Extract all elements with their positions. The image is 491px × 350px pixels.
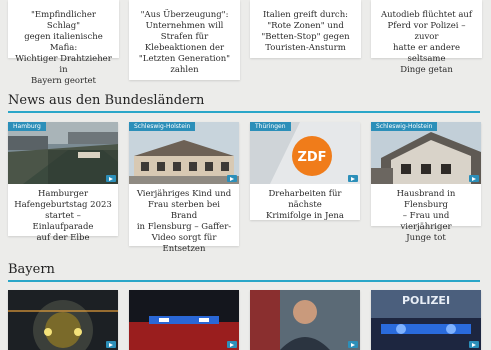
teaser-card[interactable]: "Empfindlicher Schlag" gegen italienisch… [8,0,119,86]
section-heading-bayern[interactable]: Bayern [8,262,55,277]
news-card[interactable]: Hamburg Hamburger Hafengeburtstag 2023 s… [8,122,118,243]
news-title[interactable]: Vierjähriges Kind und Frau sterben bei B… [129,189,239,255]
news-title[interactable]: Hausbrand in Flensburg – Frau und vierjä… [371,189,481,244]
emergency-vehicle-photo [129,290,239,350]
video-icon [106,175,116,182]
news-title[interactable]: Hamburger Hafengeburtstag 2023 startet –… [8,189,118,244]
teaser-card[interactable]: "Aus Überzeugung": Unternehmen will Stra… [129,0,240,80]
tunnel-lights-photo [8,290,118,350]
news-card[interactable] [8,290,118,350]
teaser-title[interactable]: "Aus Überzeugung": Unternehmen will Stra… [129,10,240,76]
news-card[interactable] [250,290,360,350]
harbor-crowd-photo [8,122,118,184]
teaser-title[interactable]: Autodieb flüchtet auf Pferd vor Polizei … [371,10,482,76]
zdf-logo-photo: ZDF [250,122,360,184]
police-car-photo: POLIZEI [371,290,481,350]
teaser-card[interactable]: Italien greift durch: "Rote Zonen" und "… [250,0,361,58]
video-icon [106,341,116,348]
news-card[interactable] [129,290,239,350]
svg-text:ZDF: ZDF [297,150,326,165]
news-card[interactable]: Schleswig-Holstein Vierjähriges Kind und… [129,122,239,254]
section-divider [8,280,480,282]
region-tag[interactable]: Thüringen [250,122,291,131]
news-title[interactable]: Dreharbeiten für nächste Krimifolge in J… [250,189,360,222]
section-heading-bundeslaender[interactable]: News aus den Bundesländern [8,93,204,108]
news-thumbnail[interactable] [8,290,118,350]
news-thumbnail[interactable]: POLIZEI [371,290,481,350]
teaser-card[interactable]: Autodieb flüchtet auf Pferd vor Polizei … [371,0,482,75]
news-thumbnail[interactable]: ZDF Thüringen [250,122,360,184]
news-card[interactable]: ZDF Thüringen Dreharbeiten für nächste K… [250,122,360,222]
video-icon [348,341,358,348]
region-tag[interactable]: Hamburg [8,122,46,131]
video-icon [227,341,237,348]
teaser-title[interactable]: Italien greift durch: "Rote Zonen" und "… [250,10,361,54]
teaser-title[interactable]: "Empfindlicher Schlag" gegen italienisch… [8,10,119,87]
video-icon [348,175,358,182]
burned-house-photo [371,122,481,184]
video-icon [469,341,479,348]
news-thumbnail[interactable]: Schleswig-Holstein [129,122,239,184]
news-thumbnail[interactable]: Schleswig-Holstein [371,122,481,184]
region-tag[interactable]: Schleswig-Holstein [129,122,196,131]
building-fire-photo [129,122,239,184]
news-thumbnail[interactable] [250,290,360,350]
man-portrait-photo [250,290,360,350]
section-divider [8,111,480,113]
region-tag[interactable]: Schleswig-Holstein [371,122,438,131]
news-thumbnail[interactable]: Hamburg [8,122,118,184]
svg-text:POLIZEI: POLIZEI [402,294,450,307]
news-thumbnail[interactable] [129,290,239,350]
video-icon [227,175,237,182]
news-card[interactable]: POLIZEI [371,290,481,350]
video-icon [469,175,479,182]
news-card[interactable]: Schleswig-Holstein Hausbrand in Flensbur… [371,122,481,243]
